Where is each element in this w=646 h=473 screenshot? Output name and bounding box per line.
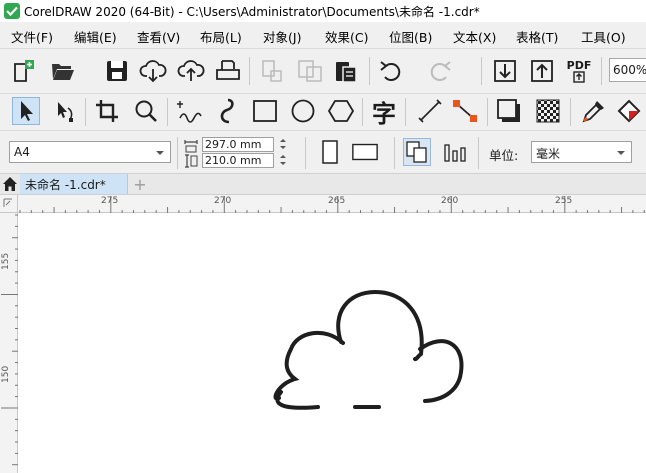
toolbar-separator (601, 57, 602, 85)
menu-bar: 文件(F) 编辑(E) 查看(V) 布局(L) 对象(J) 效果(C) 位图(B… (0, 22, 646, 49)
menu-object[interactable]: 对象(J) (263, 27, 301, 46)
menu-edit[interactable]: 编辑(E) (74, 27, 117, 46)
toolbar-separator (305, 137, 306, 169)
crop-tool-icon[interactable] (93, 97, 121, 125)
toolbar-separator (487, 98, 488, 126)
toolbar-separator (405, 98, 406, 126)
toolbar-separator (362, 98, 363, 126)
export-disabled-icon[interactable] (296, 57, 324, 85)
connector-tool-icon[interactable] (451, 97, 479, 125)
toolbar-separator (570, 98, 571, 126)
new-document-icon[interactable] (10, 57, 38, 85)
height-spinner[interactable] (274, 153, 296, 168)
menu-layout[interactable]: 布局(L) (200, 27, 242, 46)
document-tab-bar: 未命名 -1.cdr* + (0, 174, 646, 195)
import-icon[interactable] (491, 57, 519, 85)
artistic-media-tool-icon[interactable] (215, 97, 243, 125)
cloud-curve-drawing[interactable] (19, 214, 646, 473)
page-height-field[interactable]: 210.0 mm (202, 153, 274, 168)
width-spinner[interactable] (274, 137, 296, 152)
menu-view[interactable]: 查看(V) (137, 27, 180, 46)
toolbar-separator (478, 137, 479, 169)
title-bar: CorelDRAW 2020 (64-Bit) - C:\Users\Admin… (0, 0, 646, 22)
standard-toolbar: PDF (0, 49, 646, 123)
menu-table[interactable]: 表格(T) (516, 27, 558, 46)
pdf-label: PDF (566, 58, 592, 72)
landscape-orientation-icon[interactable] (351, 138, 379, 166)
new-tab-button[interactable]: + (130, 174, 150, 194)
units-value: 毫米 (536, 147, 561, 161)
zoom-level-field[interactable]: 600% (609, 58, 646, 82)
print-icon[interactable] (214, 57, 242, 85)
clipboard-paste-icon[interactable] (332, 57, 360, 85)
menu-file[interactable]: 文件(F) (11, 27, 53, 46)
portrait-orientation-icon[interactable] (316, 138, 344, 166)
height-icon (184, 154, 198, 171)
toolbar-separator (177, 137, 178, 169)
vertical-ruler[interactable]: 155 150 (0, 213, 18, 473)
save-icon[interactable] (103, 57, 131, 85)
tools-toolbar: 字 (0, 94, 646, 131)
paper-size-select[interactable]: A4 (9, 141, 171, 163)
transparency-tool-icon[interactable] (534, 97, 562, 125)
cloud-upload-icon[interactable] (177, 57, 205, 85)
document-tab-label: 未命名 -1.cdr* (25, 178, 106, 192)
coreldraw-app-icon (4, 3, 20, 19)
export-icon[interactable] (528, 57, 556, 85)
paper-size-value: A4 (14, 145, 30, 159)
redo-disabled-icon[interactable] (426, 57, 454, 85)
undo-icon[interactable] (377, 57, 405, 85)
text-tool-icon[interactable]: 字 (370, 97, 398, 128)
ruler-label-h: 255 (555, 196, 573, 206)
plus-icon: + (133, 174, 147, 194)
home-icon[interactable] (0, 174, 20, 194)
toolbar-separator (85, 98, 86, 126)
freehand-tool-icon[interactable] (176, 97, 204, 125)
units-label: 单位: (489, 148, 519, 163)
all-pages-icon[interactable] (403, 138, 431, 166)
publish-pdf-icon[interactable]: PDF (565, 57, 593, 85)
polygon-tool-icon[interactable] (327, 97, 355, 125)
ellipse-tool-icon[interactable] (289, 97, 317, 125)
toolbar-separator (167, 98, 168, 126)
menu-effects[interactable]: 效果(C) (325, 27, 368, 46)
parallel-dimension-tool-icon[interactable] (416, 97, 444, 125)
toolbar-separator (369, 57, 370, 85)
shape-tool-icon[interactable] (51, 97, 79, 125)
toolbar-separator (249, 57, 250, 85)
window-title: CorelDRAW 2020 (64-Bit) - C:\Users\Admin… (24, 5, 480, 19)
ruler-label-v: 150 (1, 365, 11, 383)
interactive-fill-tool-icon[interactable] (616, 97, 644, 125)
menu-text[interactable]: 文本(X) (453, 27, 496, 46)
pick-tool-icon[interactable] (12, 97, 40, 125)
zoom-tool-icon[interactable] (132, 97, 160, 125)
ruler-label-v: 155 (1, 252, 11, 270)
import-disabled-icon[interactable] (258, 57, 286, 85)
cloud-download-icon[interactable] (139, 57, 167, 85)
drawing-canvas[interactable] (19, 214, 646, 473)
chevron-down-icon (156, 151, 164, 155)
rectangle-tool-icon[interactable] (251, 97, 279, 125)
ruler-origin-corner[interactable] (0, 195, 18, 213)
drop-shadow-tool-icon[interactable] (495, 97, 523, 125)
ruler-label-h: 270 (214, 196, 232, 206)
page-layout-icon[interactable] (441, 138, 469, 166)
ruler-label-h: 275 (101, 196, 119, 206)
chevron-down-icon (617, 151, 625, 155)
open-folder-icon[interactable] (49, 57, 77, 85)
document-tab[interactable]: 未命名 -1.cdr* (20, 174, 128, 194)
menu-bitmaps[interactable]: 位图(B) (389, 27, 432, 46)
units-select[interactable]: 毫米 (531, 141, 632, 163)
ruler-label-h: 265 (328, 196, 346, 206)
toolbar-separator (394, 137, 395, 169)
horizontal-ruler[interactable]: 275 270 265 260 255 (18, 195, 646, 213)
ruler-label-h: 260 (441, 196, 459, 206)
color-eyedropper-tool-icon[interactable] (580, 97, 608, 125)
page-width-field[interactable]: 297.0 mm (202, 137, 274, 152)
menu-tools[interactable]: 工具(O) (581, 27, 626, 46)
toolbar-separator (481, 57, 482, 85)
